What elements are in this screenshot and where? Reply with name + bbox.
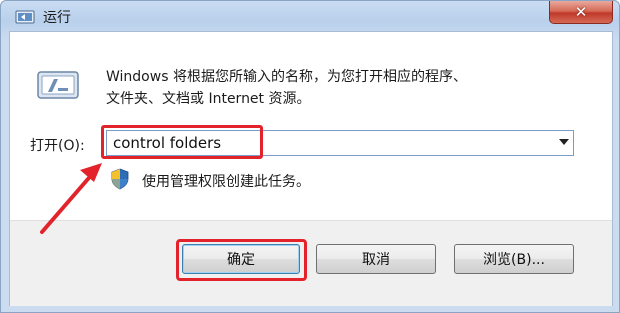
annotation-arrow-icon [40, 163, 102, 234]
